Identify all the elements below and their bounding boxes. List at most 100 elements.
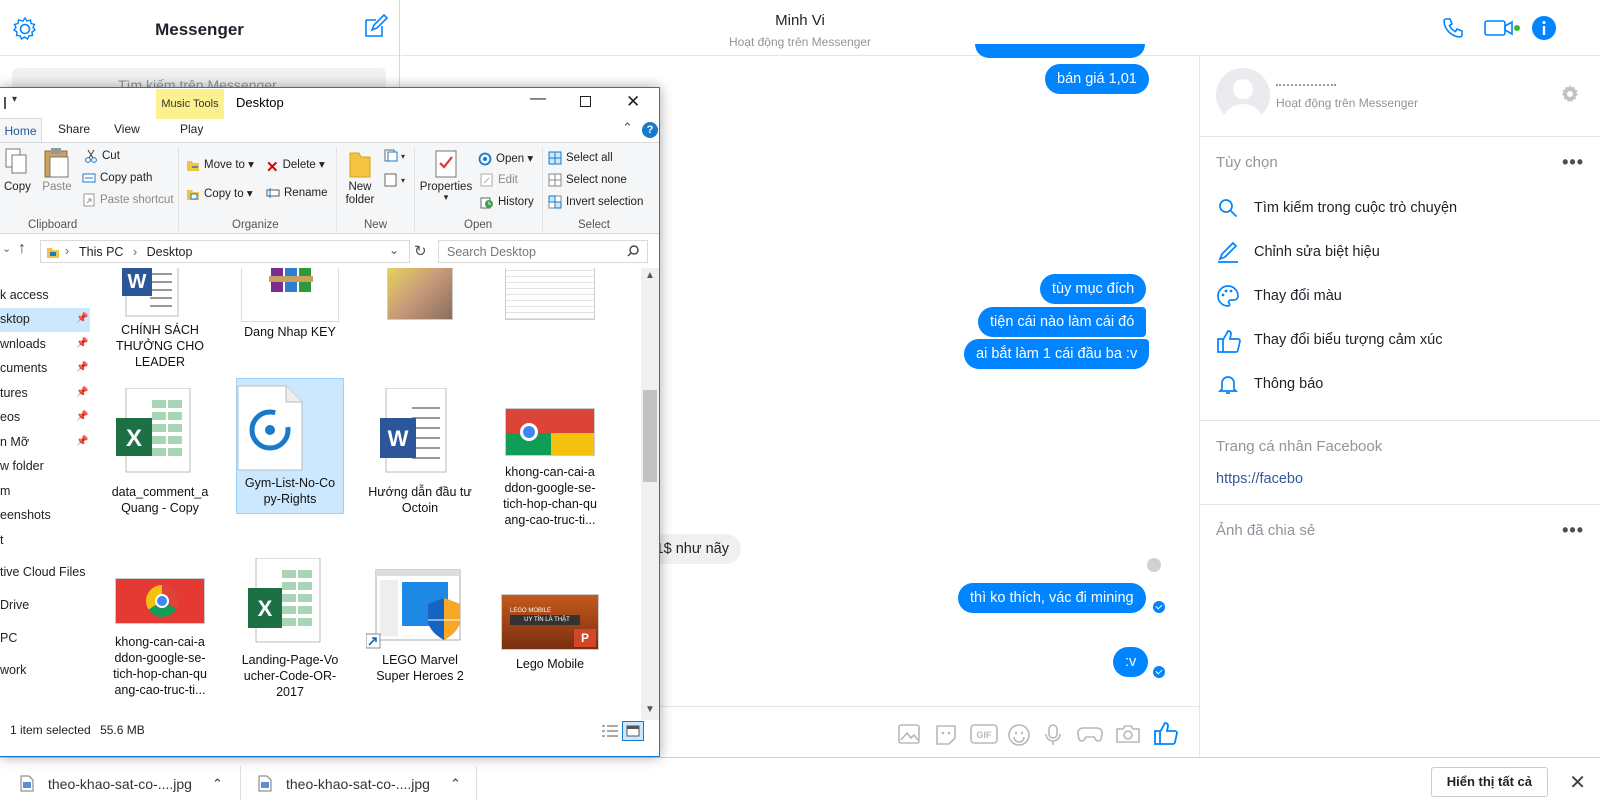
gif-icon[interactable]: GIF bbox=[970, 723, 998, 745]
option-search-conversation[interactable]: Tìm kiếm trong cuộc trò chuyện bbox=[1216, 194, 1457, 222]
message-bubble[interactable]: :v bbox=[1113, 647, 1149, 677]
option-edit-nickname[interactable]: Chỉnh sửa biệt hiệu bbox=[1216, 238, 1380, 266]
message-bubble[interactable]: tiện cái nào làm cái đó bbox=[978, 307, 1147, 337]
chevron-up-icon[interactable]: ⌃ bbox=[212, 776, 223, 792]
quick-access-dropdown-icon[interactable]: ▾ bbox=[12, 94, 17, 105]
info-icon[interactable] bbox=[1532, 16, 1556, 40]
file-item[interactable]: X data_comment_a Quang - Copy bbox=[106, 388, 214, 516]
emoji-icon[interactable] bbox=[1007, 723, 1031, 747]
move-to-button[interactable]: Move to ▾ bbox=[186, 157, 254, 172]
file-item[interactable]: W CHÍNH SÁCH THƯỞNG CHO LEADER bbox=[106, 268, 214, 370]
file-item[interactable]: khong-can-cai-a ddon-google-se-tich-hop-… bbox=[106, 578, 214, 698]
nav-item[interactable]: w folder bbox=[0, 455, 90, 479]
show-all-downloads-button[interactable]: Hiển thị tất cả bbox=[1430, 767, 1548, 797]
message-bubble[interactable]: tùy mục đích bbox=[1040, 274, 1147, 304]
phone-icon[interactable] bbox=[1441, 16, 1465, 40]
paste-button[interactable]: Paste bbox=[42, 147, 72, 193]
nav-item[interactable]: PC bbox=[0, 627, 90, 651]
nav-item[interactable]: eos 📌 bbox=[0, 406, 90, 430]
nav-item-desktop[interactable]: sktop 📌 bbox=[0, 308, 90, 332]
nav-item[interactable]: m bbox=[0, 480, 90, 504]
nav-item[interactable]: work bbox=[0, 659, 90, 683]
close-icon[interactable]: ✕ bbox=[626, 92, 640, 112]
select-none-button[interactable]: Select none bbox=[548, 173, 627, 187]
minimize-icon[interactable]: — bbox=[530, 90, 546, 108]
new-folder-button[interactable]: New folder bbox=[340, 147, 380, 207]
chevron-up-icon[interactable]: ⌃ bbox=[450, 776, 461, 792]
option-notifications[interactable]: Thông báo bbox=[1216, 370, 1323, 398]
delete-button[interactable]: ✕ Delete ▾ bbox=[266, 157, 325, 176]
video-call-icon[interactable] bbox=[1484, 18, 1520, 38]
nav-item[interactable]: cuments 📌 bbox=[0, 357, 90, 381]
message-bubble[interactable]: ai bắt làm 1 cái đầu ba :v bbox=[964, 339, 1150, 369]
explorer-search-input[interactable]: Search Desktop bbox=[438, 240, 648, 263]
option-change-color[interactable]: Thay đổi màu bbox=[1216, 282, 1342, 310]
scroll-down-icon[interactable]: ▼ bbox=[645, 704, 655, 715]
photo-icon[interactable] bbox=[897, 723, 921, 745]
tab-view[interactable]: View bbox=[114, 122, 140, 136]
download-item[interactable]: theo-khao-sat-co-....jpg ⌃ bbox=[20, 758, 223, 808]
nav-item[interactable]: n Mỡ 📌 bbox=[0, 431, 90, 455]
open-button[interactable]: Open ▾ bbox=[478, 151, 533, 166]
file-item[interactable]: X Landing-Page-Vo ucher-Code-OR-2017 bbox=[236, 558, 344, 700]
recent-locations-icon[interactable]: ⌄ bbox=[2, 242, 11, 255]
edit-button[interactable]: Edit bbox=[480, 173, 518, 187]
paste-shortcut-button[interactable]: Paste shortcut bbox=[82, 193, 174, 207]
copy-to-button[interactable]: Copy to ▾ bbox=[186, 186, 253, 201]
vertical-scrollbar[interactable]: ▲ ▼ bbox=[641, 268, 659, 720]
context-tab-music-tools[interactable]: Music Tools bbox=[156, 89, 224, 119]
refresh-icon[interactable]: ↻ bbox=[414, 242, 427, 260]
up-arrow-icon[interactable]: ↑ bbox=[18, 240, 26, 258]
options-more-icon[interactable]: ••• bbox=[1562, 152, 1584, 173]
file-item[interactable] bbox=[496, 268, 604, 320]
help-icon[interactable]: ? bbox=[642, 122, 658, 138]
mic-icon[interactable] bbox=[1043, 723, 1063, 747]
nav-item[interactable]: tive Cloud Files bbox=[0, 561, 90, 585]
breadcrumb-this-pc[interactable]: This PC bbox=[79, 245, 123, 259]
copy-button[interactable]: Copy bbox=[4, 147, 31, 193]
tab-share[interactable]: Share bbox=[58, 122, 90, 136]
settings-gear-icon[interactable] bbox=[1560, 84, 1580, 104]
shared-more-icon[interactable]: ••• bbox=[1562, 520, 1584, 541]
sticker-icon[interactable] bbox=[934, 723, 958, 747]
message-bubble[interactable]: thì ko thích, vác đi mining bbox=[958, 583, 1146, 613]
chat-contact-name[interactable]: Minh Vi bbox=[401, 12, 1199, 29]
close-icon[interactable]: ✕ bbox=[1569, 770, 1586, 795]
copy-path-button[interactable]: Copy path bbox=[82, 171, 152, 185]
file-item[interactable]: khong-can-cai-a ddon-google-se-tich-hop-… bbox=[496, 408, 604, 528]
like-icon[interactable] bbox=[1153, 720, 1179, 746]
scrollbar-thumb[interactable] bbox=[643, 390, 657, 482]
nav-item[interactable]: wnloads 📌 bbox=[0, 333, 90, 357]
scroll-up-icon[interactable]: ▲ bbox=[645, 270, 655, 281]
select-all-button[interactable]: Select all bbox=[548, 151, 613, 165]
file-item[interactable]: Dang Nhap KEY bbox=[236, 268, 344, 340]
message-bubble[interactable]: bán giá 1,01 bbox=[1045, 64, 1149, 94]
avatar[interactable] bbox=[1216, 68, 1270, 122]
nav-item[interactable]: Drive bbox=[0, 594, 90, 618]
history-button[interactable]: History bbox=[480, 195, 534, 209]
file-item[interactable]: LEGO MOBILE UY TÍN LÀ THẬT P Lego Mobile bbox=[496, 594, 604, 672]
file-item[interactable] bbox=[366, 268, 474, 320]
rename-button[interactable]: Rename bbox=[266, 186, 327, 200]
properties-dropdown-icon[interactable]: ▾ bbox=[418, 193, 474, 202]
cut-button[interactable]: Cut bbox=[84, 149, 120, 163]
nav-item[interactable]: eenshots bbox=[0, 504, 90, 528]
large-icons-view-icon[interactable] bbox=[622, 721, 644, 741]
file-item-selected[interactable]: Gym-List-No-Co py-Rights bbox=[236, 378, 344, 514]
file-item[interactable]: W Hướng dẫn đầu tư Octoin bbox=[366, 388, 474, 516]
nav-item[interactable]: tures 📌 bbox=[0, 382, 90, 406]
file-item[interactable]: LEGO Marvel Super Heroes 2 bbox=[366, 568, 474, 684]
game-icon[interactable] bbox=[1077, 723, 1103, 745]
nav-item[interactable]: t bbox=[0, 529, 90, 553]
tab-home[interactable]: Home bbox=[0, 118, 42, 143]
nav-item[interactable]: k access bbox=[0, 284, 90, 308]
collapse-ribbon-icon[interactable]: ⌃ bbox=[622, 120, 633, 136]
download-item[interactable]: theo-khao-sat-co-....jpg ⌃ bbox=[258, 758, 461, 808]
camera-icon[interactable] bbox=[1115, 723, 1141, 745]
invert-selection-button[interactable]: Invert selection bbox=[548, 195, 643, 209]
maximize-icon[interactable] bbox=[580, 96, 591, 107]
option-change-emoji[interactable]: Thay đổi biểu tượng cảm xúc bbox=[1216, 326, 1442, 354]
compose-icon[interactable] bbox=[362, 14, 388, 40]
address-bar[interactable]: › This PC › Desktop ⌄ bbox=[40, 240, 410, 263]
easy-access-icon[interactable]: ▾ bbox=[384, 173, 406, 187]
